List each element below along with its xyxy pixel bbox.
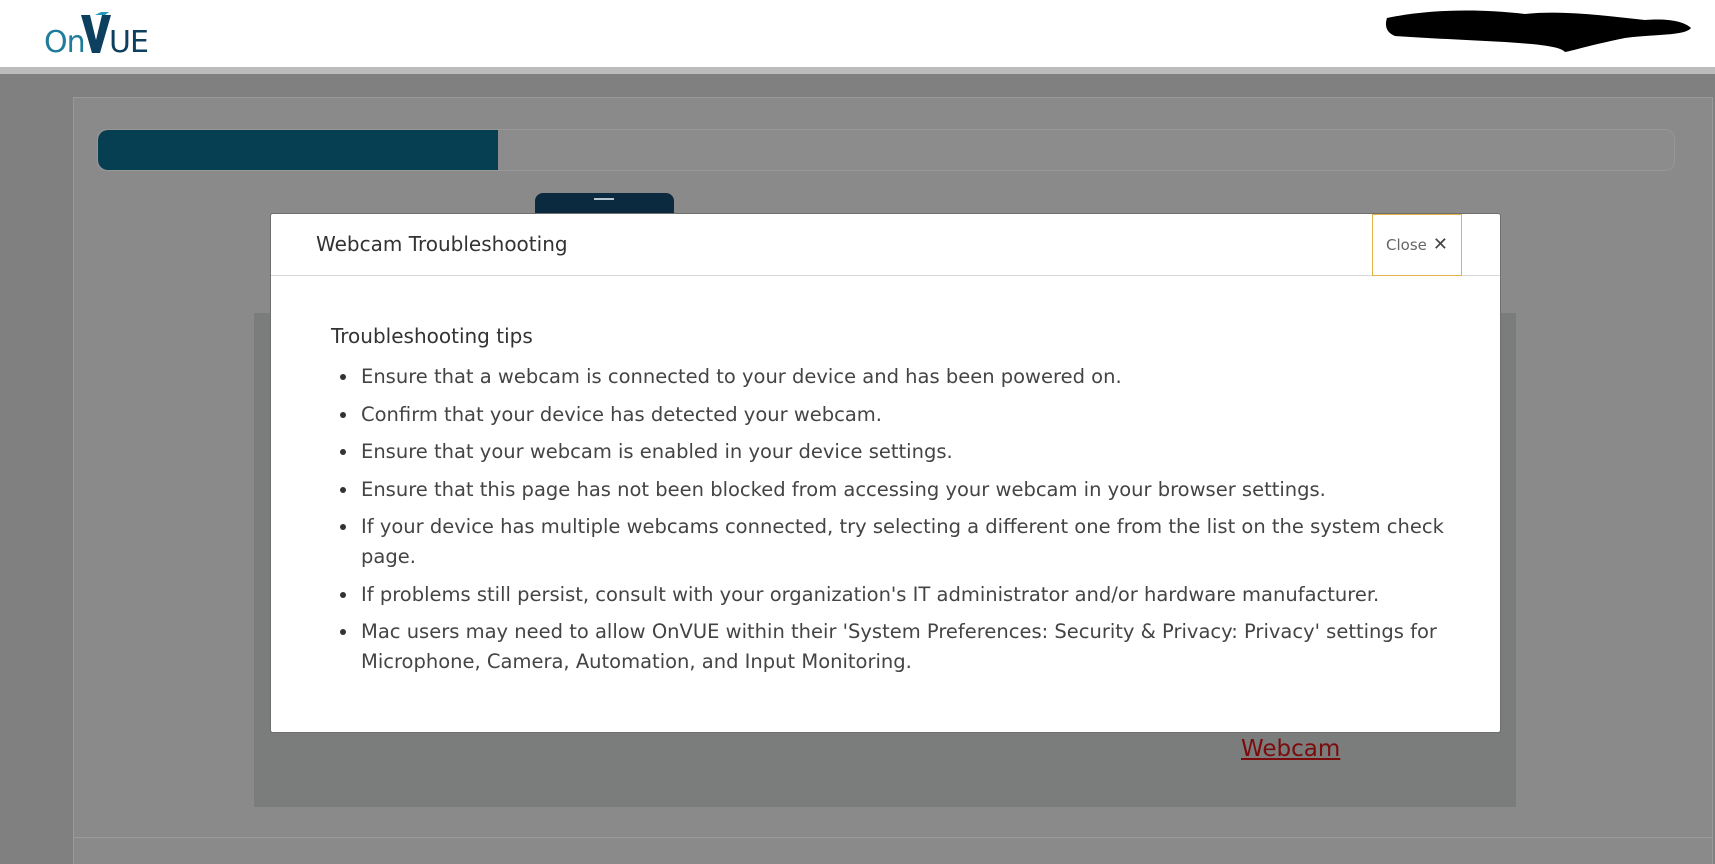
tip-item: If your device has multiple webcams conn… xyxy=(331,512,1461,572)
webcam-troubleshooting-modal: Webcam Troubleshooting Close ✕ Troublesh… xyxy=(270,213,1501,733)
section-heading: Troubleshooting tips xyxy=(331,324,533,348)
modal-body: Troubleshooting tips Ensure that a webca… xyxy=(331,324,1461,685)
modal-header: Webcam Troubleshooting Close ✕ xyxy=(271,214,1500,276)
checkmark-v-icon xyxy=(81,12,111,53)
close-icon: ✕ xyxy=(1432,234,1448,255)
tip-item: Ensure that this page has not been block… xyxy=(331,475,1461,505)
modal-title: Webcam Troubleshooting xyxy=(316,232,568,256)
progress-fill xyxy=(98,130,499,170)
progress-bar xyxy=(97,129,1675,171)
tip-item: If problems still persist, consult with … xyxy=(331,580,1461,610)
app-header: On UE xyxy=(0,0,1715,67)
logo-text-ue: UE xyxy=(109,25,149,60)
onvue-logo: On UE xyxy=(44,9,154,60)
page-bottom-divider xyxy=(73,837,1713,838)
tip-item: Confirm that your device has detected yo… xyxy=(331,400,1461,430)
tip-item: Mac users may need to allow OnVUE within… xyxy=(331,617,1461,677)
close-label: Close xyxy=(1386,236,1427,254)
webcam-link[interactable]: Webcam xyxy=(1241,736,1340,762)
redacted-user-info xyxy=(1385,10,1691,52)
tip-item: Ensure that a webcam is connected to you… xyxy=(331,362,1461,392)
tips-list: Ensure that a webcam is connected to you… xyxy=(331,362,1461,677)
tip-item: Ensure that your webcam is enabled in yo… xyxy=(331,437,1461,467)
header-divider xyxy=(0,67,1715,74)
logo-text-on: On xyxy=(44,25,86,60)
close-button[interactable]: Close ✕ xyxy=(1372,214,1462,276)
